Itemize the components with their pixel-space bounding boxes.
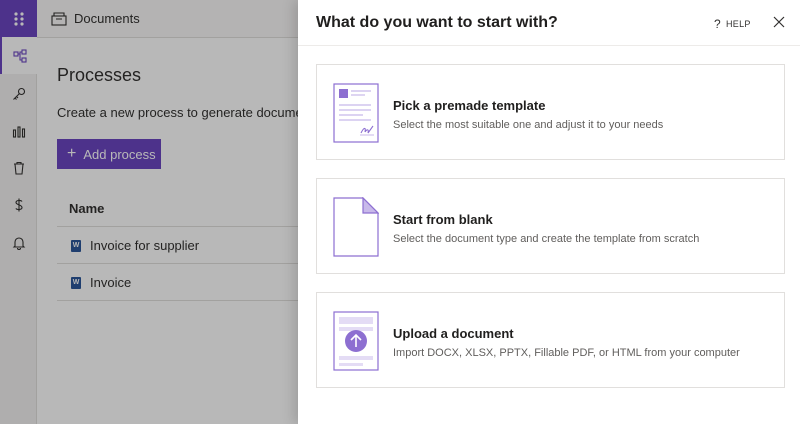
option-title: Start from blank — [393, 212, 493, 227]
option-upload-document[interactable]: Upload a document Import DOCX, XLSX, PPT… — [316, 292, 785, 388]
option-description: Import DOCX, XLSX, PPTX, Fillable PDF, o… — [393, 347, 740, 359]
option-title: Pick a premade template — [393, 98, 546, 113]
option-description: Select the document type and create the … — [393, 233, 700, 245]
panel-title: What do you want to start with? — [316, 14, 558, 31]
option-title: Upload a document — [393, 326, 514, 341]
upload-document-illustration — [333, 311, 379, 371]
option-start-from-blank[interactable]: Start from blank Select the document typ… — [316, 178, 785, 274]
template-illustration — [333, 83, 379, 143]
start-panel: What do you want to start with? ? HELP P… — [298, 0, 800, 424]
question-icon: ? — [714, 17, 721, 31]
close-icon[interactable] — [772, 15, 786, 29]
option-premade-template[interactable]: Pick a premade template Select the most … — [316, 64, 785, 160]
help-button[interactable]: ? HELP — [714, 17, 751, 31]
option-description: Select the most suitable one and adjust … — [393, 119, 664, 131]
blank-document-illustration — [333, 197, 379, 257]
panel-header: What do you want to start with? ? HELP — [298, 0, 800, 46]
help-label: HELP — [725, 19, 751, 29]
